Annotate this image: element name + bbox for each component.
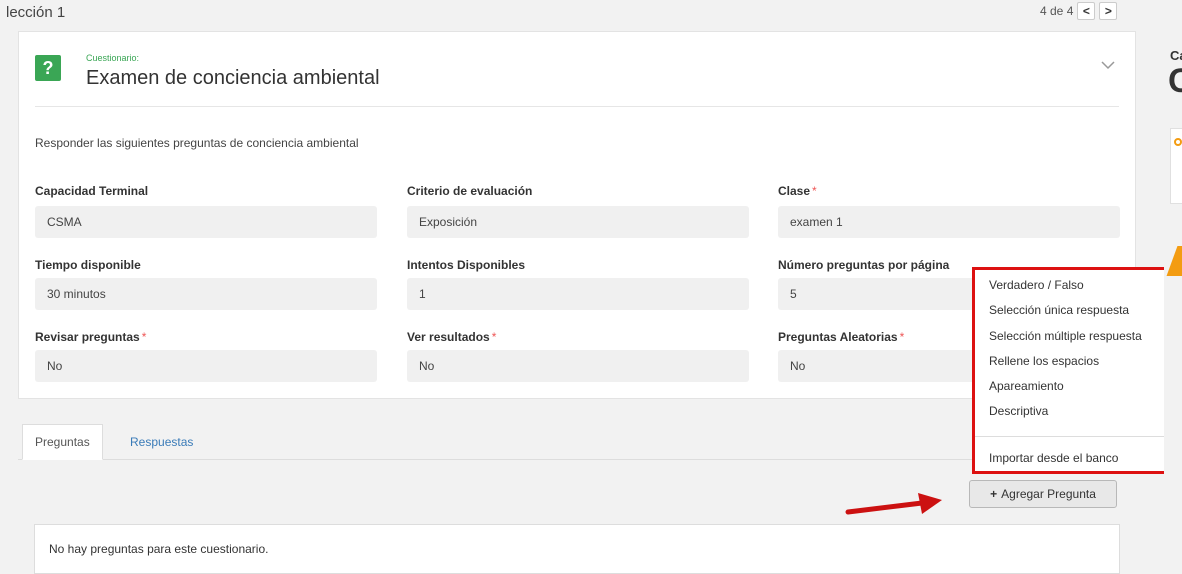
menu-item-fill-blanks[interactable]: Rellene los espacios (989, 354, 1099, 368)
question-icon: ? (35, 55, 61, 81)
chevron-down-icon[interactable] (1101, 58, 1115, 72)
menu-item-descriptive[interactable]: Descriptiva (989, 404, 1048, 418)
field-criterio[interactable]: Exposición (407, 206, 749, 238)
field-intentos[interactable]: 1 (407, 278, 749, 310)
field-tiempo[interactable]: 30 minutos (35, 278, 377, 310)
tab-respuestas[interactable]: Respuestas (118, 424, 205, 460)
sidebar-orange-shape (1166, 246, 1182, 276)
menu-item-single-choice[interactable]: Selección única respuesta (989, 303, 1129, 317)
field-capacidad[interactable]: CSMA (35, 206, 377, 238)
field-label-criterio: Criterio de evaluación (407, 184, 533, 198)
field-label-clase: Clase * (778, 184, 817, 198)
status-ring-icon (1174, 138, 1182, 146)
field-label-intentos: Intentos Disponibles (407, 258, 526, 272)
tab-preguntas[interactable]: Preguntas (22, 424, 103, 460)
menu-divider (975, 436, 1167, 437)
right-sidebar-edge: Ca C (1164, 0, 1182, 574)
sidebar-large-letter: C (1168, 62, 1182, 100)
divider (35, 106, 1119, 107)
add-question-label: Agregar Pregunta (1001, 487, 1096, 501)
lesson-title: lección 1 (6, 4, 66, 21)
empty-questions-panel: No hay preguntas para este cuestionario. (34, 524, 1120, 574)
field-ver-resultados[interactable]: No (407, 350, 749, 382)
red-arrow-annotation (845, 493, 942, 515)
field-clase[interactable]: examen 1 (778, 206, 1120, 238)
plus-icon: + (990, 487, 998, 501)
field-label-ver-resultados: Ver resultados * (407, 330, 497, 344)
field-label-capacidad: Capacidad Terminal (35, 184, 149, 198)
quiz-title: Examen de conciencia ambiental (86, 67, 380, 89)
prev-button[interactable]: < (1077, 2, 1096, 20)
menu-item-multiple-choice[interactable]: Selección múltiple respuesta (989, 329, 1142, 343)
field-label-revisar: Revisar preguntas * (35, 330, 147, 344)
quiz-description: Responder las siguientes preguntas de co… (35, 136, 359, 150)
menu-item-import-bank[interactable]: Importar desde el banco (989, 451, 1118, 465)
pager-text: 4 de 4 (1040, 4, 1074, 18)
pager: 4 de 4 < > (1040, 2, 1118, 20)
field-label-tiempo: Tiempo disponible (35, 258, 141, 272)
field-revisar[interactable]: No (35, 350, 377, 382)
add-question-button[interactable]: + Agregar Pregunta (969, 480, 1117, 508)
menu-item-matching[interactable]: Apareamiento (989, 379, 1064, 393)
question-type-menu: Verdadero / Falso Selección única respue… (972, 267, 1170, 474)
tabs-bar: Preguntas Respuestas (18, 418, 1136, 460)
field-label-aleatorias: Preguntas Aleatorias * (778, 330, 905, 344)
sidebar-heading-fragment: Ca (1170, 48, 1182, 63)
empty-message: No hay preguntas para este cuestionario. (49, 542, 269, 556)
field-label-num-preguntas: Número preguntas por página (778, 258, 950, 272)
menu-item-true-false[interactable]: Verdadero / Falso (989, 278, 1084, 292)
next-button[interactable]: > (1099, 2, 1118, 20)
quiz-kind-label: Cuestionario: (86, 53, 140, 63)
quiz-card: ? Cuestionario: Examen de conciencia amb… (18, 31, 1136, 399)
